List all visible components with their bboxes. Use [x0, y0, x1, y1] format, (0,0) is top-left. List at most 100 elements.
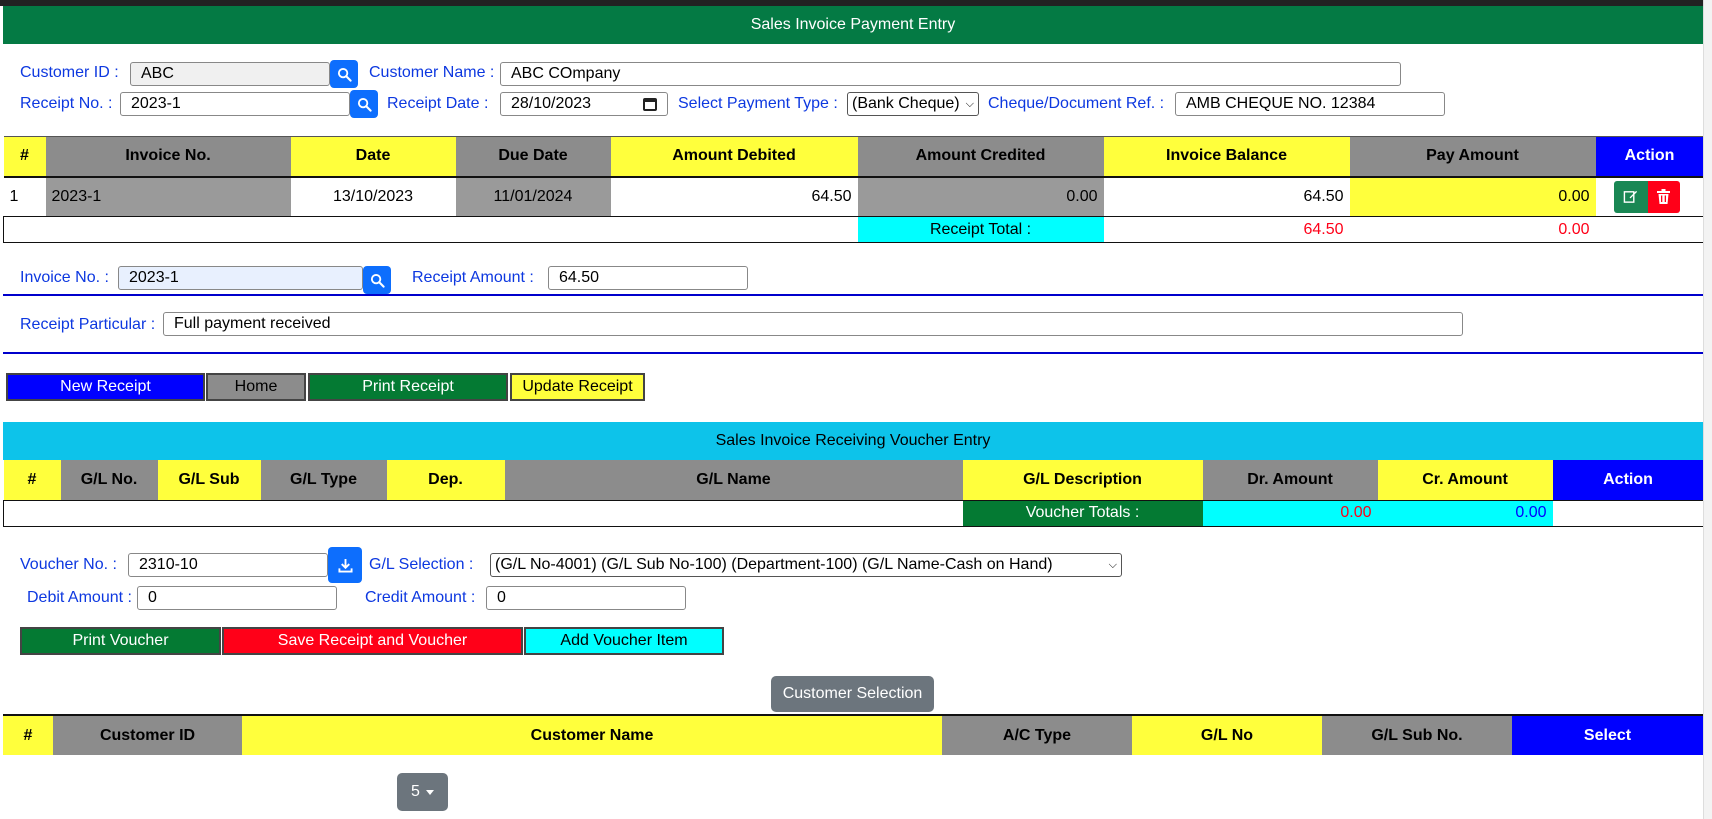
col-gl-sub: G/L Sub [157, 460, 261, 500]
row-action-cell [1595, 176, 1704, 217]
col-ac-type: A/C Type [942, 715, 1132, 755]
edit-button[interactable] [1613, 180, 1648, 213]
search-icon [337, 67, 352, 82]
gl-selection-label: G/L Selection : [369, 556, 474, 573]
col-customer-name: Customer Name [242, 715, 942, 755]
search-icon [370, 273, 385, 288]
col-invoice-no: Invoice No. [45, 136, 291, 177]
home-button[interactable]: Home [206, 373, 306, 401]
payment-title-bar: Sales Invoice Payment Entry [3, 6, 1703, 44]
receipt-total-label: Receipt Total : [857, 216, 1104, 243]
receipt-amount-label: Receipt Amount : [412, 269, 534, 286]
col-due-date: Due Date [455, 136, 611, 177]
search-icon [357, 97, 372, 112]
voucher-no-field[interactable]: 2310-10 [128, 553, 328, 577]
row-invoice-no: 2023-1 [45, 176, 291, 217]
invoice-total-row: Receipt Total : 64.50 0.00 [3, 216, 1704, 243]
calendar-icon[interactable] [643, 97, 657, 111]
new-receipt-button[interactable]: New Receipt [6, 373, 205, 401]
customer-name-label: Customer Name : [369, 64, 495, 81]
col-num: # [3, 715, 53, 755]
edit-icon [1623, 191, 1638, 204]
voucher-download-button[interactable] [328, 547, 362, 583]
payment-type-select[interactable]: (Bank Cheque) ⌵ [847, 92, 979, 116]
receipt-particular-field[interactable]: Full payment received [163, 312, 1463, 336]
receipt-amount-field[interactable]: 64.50 [548, 266, 748, 290]
col-action: Action [1595, 136, 1704, 177]
col-gl-description: G/L Description [962, 460, 1203, 500]
row-date: 13/10/2023 [332, 187, 414, 205]
payment-title: Sales Invoice Payment Entry [750, 16, 956, 33]
receipt-no-field[interactable]: 2023-1 [120, 92, 350, 116]
invoice-no-field[interactable]: 2023-1 [118, 266, 363, 290]
credit-amount-label: Credit Amount : [365, 589, 476, 606]
voucher-table: # G/L No. G/L Sub G/L Type Dep. G/L Name… [3, 460, 1704, 527]
chevron-down-icon: ⌵ [1108, 559, 1117, 571]
voucher-title-bar: Sales Invoice Receiving Voucher Entry [3, 422, 1703, 460]
col-date: Date [290, 136, 456, 177]
col-amount-debited: Amount Debited [610, 136, 858, 177]
col-num: # [3, 460, 61, 500]
divider [3, 294, 1703, 296]
print-voucher-button[interactable]: Print Voucher [20, 627, 221, 655]
divider [3, 352, 1703, 354]
row-pay-amount[interactable]: 0.00 [1349, 176, 1596, 217]
payment-type-label: Select Payment Type : [678, 95, 838, 112]
row-num: 1 [9, 187, 19, 205]
col-gl-name: G/L Name [504, 460, 963, 500]
customer-table: # Customer ID Customer Name A/C Type G/L… [3, 714, 1703, 755]
receipt-search-button[interactable] [350, 90, 378, 118]
row-due-date: 11/01/2024 [455, 176, 611, 217]
col-customer-id: Customer ID [53, 715, 242, 755]
receipt-total-balance: 64.50 [1303, 220, 1344, 238]
update-receipt-button[interactable]: Update Receipt [510, 373, 645, 401]
customer-search-button[interactable] [330, 60, 358, 88]
payment-type-value: (Bank Cheque) [852, 95, 960, 112]
voucher-dr-total: 0.00 [1202, 500, 1378, 526]
receipt-total-pay: 0.00 [1558, 220, 1590, 238]
customer-table-header: # Customer ID Customer Name A/C Type G/L… [3, 715, 1703, 755]
page: Sales Invoice Payment Entry Customer ID … [0, 0, 1704, 819]
receipt-date-label: Receipt Date : [387, 95, 489, 112]
col-action: Action [1552, 460, 1704, 500]
col-invoice-balance: Invoice Balance [1103, 136, 1350, 177]
gl-selection-value: (G/L No-4001) (G/L Sub No-100) (Departme… [495, 556, 1053, 573]
customer-name-field[interactable]: ABC COmpany [500, 62, 1401, 86]
col-cr-amount: Cr. Amount [1377, 460, 1553, 500]
row-credited: 0.00 [857, 176, 1104, 217]
customer-id-field[interactable]: ABC [130, 62, 330, 86]
chevron-down-icon: ⌵ [965, 98, 974, 110]
row-balance: 64.50 [1303, 187, 1344, 205]
col-gl-type: G/L Type [260, 460, 387, 500]
debit-amount-field[interactable]: 0 [137, 586, 337, 610]
print-receipt-button[interactable]: Print Receipt [308, 373, 508, 401]
col-amount-credited: Amount Credited [857, 136, 1104, 177]
page-size-dropdown[interactable]: 5 [397, 773, 448, 811]
save-receipt-voucher-button[interactable]: Save Receipt and Voucher [222, 627, 523, 655]
customer-selection-button[interactable]: Customer Selection [771, 676, 934, 712]
table-row[interactable]: 1 2023-1 13/10/2023 11/01/2024 64.50 0.0… [3, 176, 1704, 217]
credit-amount-field[interactable]: 0 [486, 586, 686, 610]
receipt-particular-label: Receipt Particular : [20, 316, 156, 333]
col-num: # [3, 136, 46, 177]
col-gl-no: G/L No [1132, 715, 1322, 755]
invoice-no-label: Invoice No. : [20, 269, 109, 286]
cheque-ref-label: Cheque/Document Ref. : [988, 95, 1165, 112]
voucher-cr-total: 0.00 [1377, 500, 1553, 526]
window-edge [1703, 0, 1712, 819]
voucher-table-header: # G/L No. G/L Sub G/L Type Dep. G/L Name… [3, 460, 1704, 500]
page-size-value: 5 [411, 783, 420, 800]
invoice-table: # Invoice No. Date Due Date Amount Debit… [3, 136, 1704, 243]
col-select: Select [1512, 715, 1703, 755]
delete-button[interactable] [1647, 180, 1680, 213]
invoice-search-button[interactable] [363, 266, 391, 294]
debit-amount-label: Debit Amount : [27, 589, 132, 606]
invoice-table-header: # Invoice No. Date Due Date Amount Debit… [3, 136, 1704, 177]
receipt-date-value: 28/10/2023 [511, 95, 592, 112]
col-gl-sub-no: G/L Sub No. [1322, 715, 1512, 755]
gl-selection-select[interactable]: (G/L No-4001) (G/L Sub No-100) (Departme… [490, 553, 1122, 577]
cheque-ref-field[interactable]: AMB CHEQUE NO. 12384 [1175, 92, 1445, 116]
add-voucher-item-button[interactable]: Add Voucher Item [524, 627, 724, 655]
receipt-date-field[interactable]: 28/10/2023 [500, 92, 668, 116]
col-dr-amount: Dr. Amount [1202, 460, 1378, 500]
